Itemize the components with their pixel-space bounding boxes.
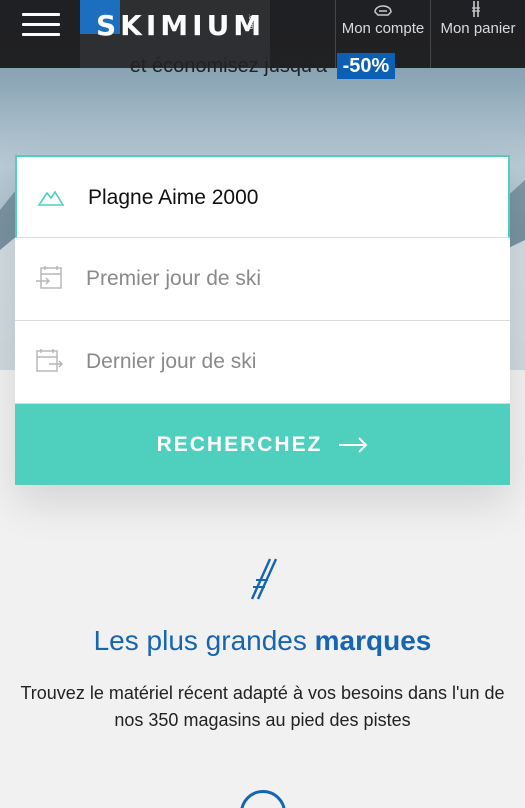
last-day-placeholder: Dernier jour de ski [86,350,257,373]
first-day-input[interactable]: Premier jour de ski [15,238,510,321]
search-button[interactable]: RECHERCHEZ [15,404,510,485]
logo-suffix: .com [247,14,254,30]
promo-text: et économisez jusqu'à [129,55,327,77]
feature-description: Trouvez le matériel récent adapté à vos … [20,683,505,730]
skis-icon [250,558,278,600]
station-input[interactable]: Plagne Aime 2000 [15,155,510,238]
helmet-icon [374,5,392,16]
logo-text: SKIMIUM [96,9,266,42]
search-form: Plagne Aime 2000 Premier jour de ski Der… [15,155,510,485]
next-feature-icon [240,790,286,808]
mountain-icon [37,190,65,206]
station-value: Plagne Aime 2000 [88,186,259,209]
feature-title-regular: Les plus grandes [93,625,307,656]
account-label: Mon compte [341,20,425,37]
discount-badge: -50% [336,53,396,79]
arrow-right-icon [339,436,368,453]
feature-title: Les plus grandes marques [0,625,525,657]
calendar-in-icon [36,266,62,289]
last-day-input[interactable]: Dernier jour de ski [15,321,510,404]
calendar-out-icon [36,349,63,372]
search-button-label: RECHERCHEZ [156,432,323,456]
menu-icon[interactable] [22,13,60,39]
skis-icon [472,1,480,17]
first-day-placeholder: Premier jour de ski [86,267,262,290]
cart-label: Mon panier [440,20,516,37]
feature-title-bold: marques [314,625,432,656]
promo-banner: et économisez jusqu'à -50% [0,53,525,79]
